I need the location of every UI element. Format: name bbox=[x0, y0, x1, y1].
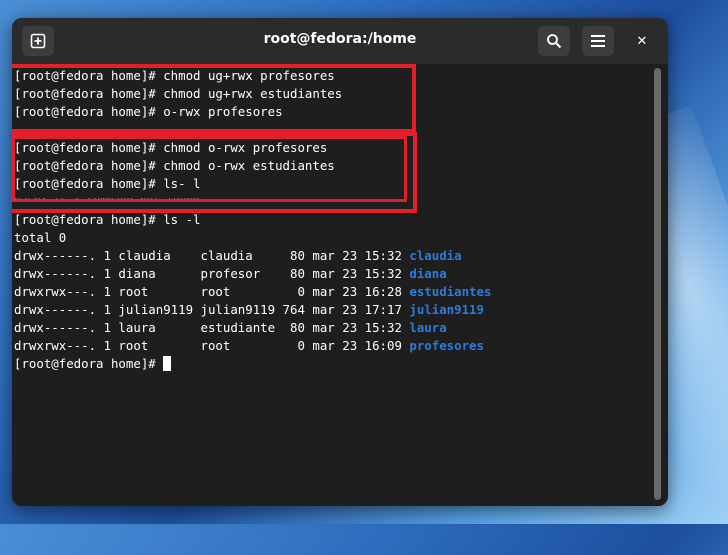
prompt: [root@fedora home]# bbox=[14, 356, 164, 371]
directory-name: estudiantes bbox=[409, 284, 492, 299]
close-icon: ✕ bbox=[636, 33, 648, 49]
listing-meta: drwxrwx---. 1 root root 0 mar 23 16:28 bbox=[14, 284, 410, 299]
menu-button[interactable] bbox=[582, 26, 614, 56]
listing-row: drwx------. 1 laura estudiante 80 mar 23… bbox=[14, 319, 447, 337]
highlight-box bbox=[12, 136, 407, 202]
text-cursor bbox=[163, 356, 172, 371]
directory-name: laura bbox=[409, 320, 447, 335]
terminal-output[interactable]: [root@fedora home]# chmod ug+rwx profeso… bbox=[12, 64, 668, 506]
listing-row: drwx------. 1 julian9119 julian9119 764 … bbox=[14, 301, 484, 319]
scrollbar[interactable] bbox=[654, 68, 661, 500]
prompt-line[interactable]: [root@fedora home]# bbox=[14, 355, 172, 373]
listing-row: drwx------. 1 claudia claudia 80 mar 23 … bbox=[14, 247, 462, 265]
search-icon bbox=[547, 34, 562, 49]
listing-row: drwxrwx---. 1 root root 0 mar 23 16:09 p… bbox=[14, 337, 484, 355]
listing-meta: drwx------. 1 laura estudiante 80 mar 23… bbox=[14, 320, 410, 335]
highlight-box bbox=[12, 64, 416, 133]
hamburger-menu-icon bbox=[591, 35, 605, 47]
listing-meta: drwx------. 1 julian9119 julian9119 764 … bbox=[14, 302, 410, 317]
listing-meta: drwx------. 1 diana profesor 80 mar 23 1… bbox=[14, 266, 410, 281]
search-button[interactable] bbox=[538, 26, 570, 56]
listing-meta: drwx------. 1 claudia claudia 80 mar 23 … bbox=[14, 248, 410, 263]
directory-name: julian9119 bbox=[409, 302, 484, 317]
directory-name: claudia bbox=[409, 248, 462, 263]
close-button[interactable]: ✕ bbox=[628, 27, 656, 55]
terminal-line: total 0 bbox=[14, 230, 67, 245]
headerbar: root@fedora:/home ✕ bbox=[12, 18, 668, 64]
listing-row: drwxrwx---. 1 root root 0 mar 23 16:28 e… bbox=[14, 283, 491, 301]
terminal-window: root@fedora:/home ✕ [root@fedora home]# … bbox=[12, 18, 668, 506]
listing-meta: drwxrwx---. 1 root root 0 mar 23 16:09 bbox=[14, 338, 410, 353]
listing-row: drwx------. 1 diana profesor 80 mar 23 1… bbox=[14, 265, 447, 283]
directory-name: diana bbox=[409, 266, 447, 281]
terminal-line: [root@fedora home]# ls -l bbox=[14, 212, 201, 227]
directory-name: profesores bbox=[409, 338, 484, 353]
